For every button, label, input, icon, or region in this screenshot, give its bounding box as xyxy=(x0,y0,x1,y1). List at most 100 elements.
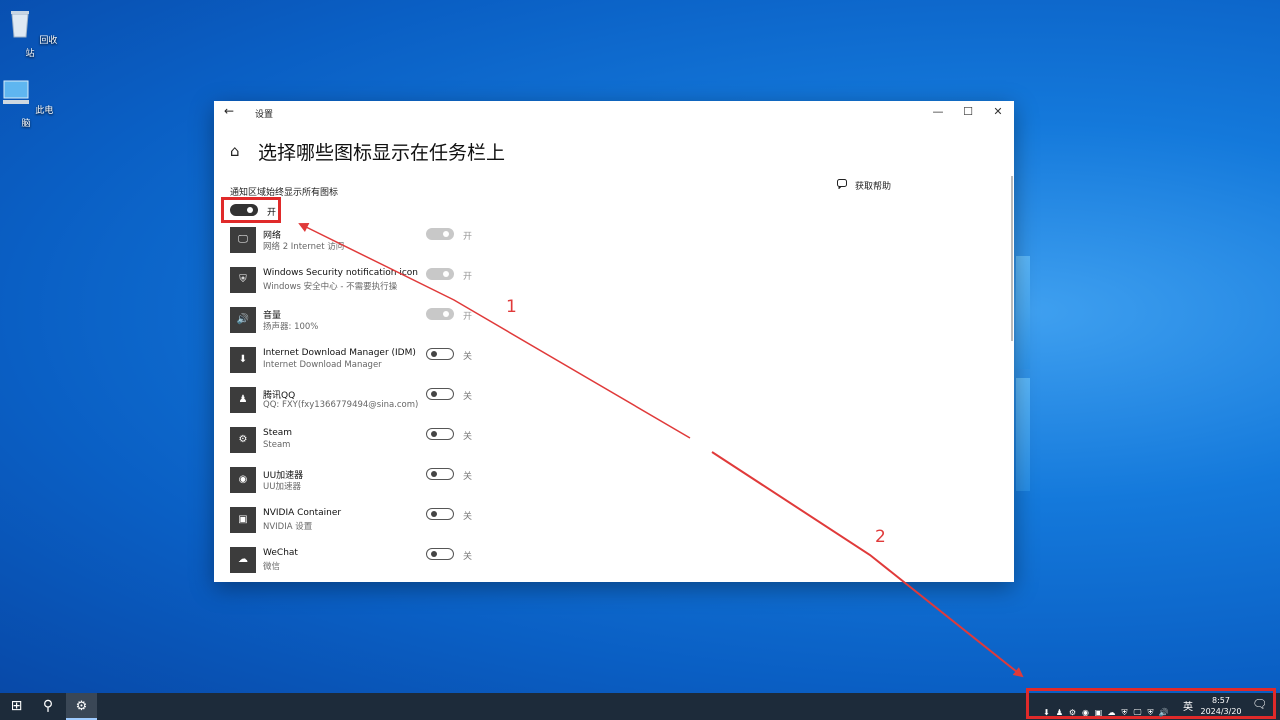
toggle-knob xyxy=(431,350,437,357)
item-toggle[interactable] xyxy=(426,548,454,560)
master-toggle-state: 开 xyxy=(267,208,277,218)
item-name: Internet Download Manager (IDM) xyxy=(263,348,416,358)
item-toggle[interactable] xyxy=(426,308,454,320)
item-toggle[interactable] xyxy=(426,508,454,520)
desktop-icon-this-pc[interactable]: 此电脑 xyxy=(0,76,56,129)
ime-indicator[interactable]: 英 xyxy=(1183,698,1193,713)
item-toggle[interactable] xyxy=(426,268,454,280)
settings-taskbar-button[interactable]: ⚙ xyxy=(66,693,97,720)
security-tray-icon[interactable]: ⛨ xyxy=(1118,708,1131,718)
list-item: ⚙ Steam Steam 关 xyxy=(230,427,520,461)
steam-icon: ⚙ xyxy=(230,427,256,453)
item-name: NVIDIA Container xyxy=(263,508,342,518)
item-toggle[interactable] xyxy=(426,468,454,480)
search-button[interactable]: ⚲ xyxy=(33,693,63,720)
item-subtitle: Windows 安全中心 - 不需要执行操 xyxy=(263,282,398,292)
uu-tray-icon[interactable]: ◉ xyxy=(1079,708,1092,717)
item-toggle-state: 关 xyxy=(463,352,473,362)
settings-window: ← 设置 — ☐ ✕ ⌂ 选择哪些图标显示在任务栏上 获取帮助 通知区域始终显示… xyxy=(214,101,1014,582)
item-toggle-state: 开 xyxy=(463,272,473,282)
item-subtitle: UU加速器 xyxy=(263,482,301,492)
uu-accelerator-icon: ◉ xyxy=(230,467,256,493)
qq-penguin-icon: ♟ xyxy=(230,387,256,413)
network-icon: 🖵 xyxy=(230,227,256,253)
item-name: WeChat xyxy=(263,548,298,558)
item-toggle[interactable] xyxy=(426,388,454,400)
item-name: Steam xyxy=(263,428,293,438)
wechat-tray-icon[interactable]: ☁ xyxy=(1105,708,1118,717)
volume-tray-icon[interactable]: 🔊 xyxy=(1157,708,1170,717)
item-toggle-state: 关 xyxy=(463,432,473,442)
item-toggle[interactable] xyxy=(426,228,454,240)
close-button[interactable]: ✕ xyxy=(988,105,1008,119)
toggle-knob xyxy=(431,430,437,437)
toggle-knob xyxy=(431,390,437,397)
toggle-knob xyxy=(443,311,449,317)
list-item: 🖵 网络 网络 2 Internet 访问 开 xyxy=(230,227,520,261)
scrollbar[interactable] xyxy=(1011,176,1013,341)
toggle-knob xyxy=(443,271,449,277)
page-title: 选择哪些图标显示在任务栏上 xyxy=(258,142,506,164)
steam-tray-icon[interactable]: ⚙ xyxy=(1066,708,1079,717)
recycle-bin-icon xyxy=(10,11,29,38)
list-item: ♟ 腾讯QQ QQ: FXY(fxy1366779494@sina.com) 关 xyxy=(230,387,520,421)
item-subtitle: 微信 xyxy=(263,562,281,572)
toggle-knob xyxy=(247,207,253,213)
network-tray-icon[interactable]: 🖵 xyxy=(1131,708,1144,718)
annotation-label-1: 1 xyxy=(506,297,517,317)
window-title: 设置 xyxy=(255,110,274,120)
qq-tray-icon[interactable]: ♟ xyxy=(1053,708,1066,717)
notification-center-icon[interactable]: 🗨 xyxy=(1252,697,1267,711)
item-name: Windows Security notification icon xyxy=(263,268,418,278)
list-item: ⛨ Windows Security notification icon Win… xyxy=(230,267,520,301)
chat-help-icon xyxy=(837,179,847,189)
item-subtitle: Internet Download Manager xyxy=(263,360,382,370)
get-help-label: 获取帮助 xyxy=(855,182,892,192)
windows-logo-pane xyxy=(1016,378,1030,491)
shield-icon: ⛨ xyxy=(230,267,256,293)
item-toggle-state: 关 xyxy=(463,472,473,482)
list-item: ▣ NVIDIA Container NVIDIA 设置 关 xyxy=(230,507,520,541)
toggle-knob xyxy=(443,231,449,237)
list-item: ⬇ Internet Download Manager (IDM) Intern… xyxy=(230,347,520,381)
item-toggle[interactable] xyxy=(426,348,454,360)
clock-time: 8:57 xyxy=(1212,696,1230,705)
windows-logo-pane xyxy=(1016,256,1030,369)
shield-tray-icon[interactable]: ⛨ xyxy=(1144,708,1157,718)
annotation-label-2: 2 xyxy=(875,527,886,547)
start-button[interactable]: ⊞ xyxy=(0,693,33,720)
item-toggle[interactable] xyxy=(426,428,454,440)
desktop-icon-recycle-bin[interactable]: 回收站 xyxy=(0,6,60,59)
list-item: ☁ WeChat 微信 关 xyxy=(230,547,520,581)
clock-date: 2024/3/20 xyxy=(1200,707,1242,716)
item-subtitle: 扬声器: 100% xyxy=(263,322,319,332)
item-subtitle: 网络 2 Internet 访问 xyxy=(263,242,345,252)
item-toggle-state: 开 xyxy=(463,312,473,322)
clock[interactable]: 8:57 2024/3/20 xyxy=(1197,695,1245,717)
list-item: 🔊 音量 扬声器: 100% 开 xyxy=(230,307,520,341)
title-bar: ← 设置 — ☐ ✕ xyxy=(214,101,1014,125)
speaker-icon: 🔊 xyxy=(230,307,256,333)
idm-tray-icon[interactable]: ⬇ xyxy=(1040,708,1053,717)
back-arrow-icon[interactable]: ← xyxy=(224,104,234,118)
home-icon[interactable]: ⌂ xyxy=(230,142,240,160)
item-subtitle: QQ: FXY(fxy1366779494@sina.com) xyxy=(263,400,419,410)
item-toggle-state: 开 xyxy=(463,232,473,242)
list-item: ◉ UU加速器 UU加速器 关 xyxy=(230,467,520,501)
wechat-icon: ☁ xyxy=(230,547,256,573)
system-tray-icons: ⬇ ♟ ⚙ ◉ ▣ ☁ ⛨ 🖵 ⛨ 🔊 xyxy=(1040,700,1170,717)
item-toggle-state: 关 xyxy=(463,392,473,402)
master-toggle[interactable] xyxy=(230,204,258,216)
idm-icon: ⬇ xyxy=(230,347,256,373)
get-help-link[interactable]: 获取帮助 xyxy=(837,179,891,192)
item-subtitle: NVIDIA 设置 xyxy=(263,522,313,532)
computer-icon xyxy=(2,80,29,104)
item-subtitle: Steam xyxy=(263,440,291,450)
maximize-button[interactable]: ☐ xyxy=(958,105,978,119)
minimize-button[interactable]: — xyxy=(928,105,948,119)
toggle-knob xyxy=(431,550,437,557)
toggle-knob xyxy=(431,510,437,517)
nvidia-tray-icon[interactable]: ▣ xyxy=(1092,708,1105,717)
nvidia-icon: ▣ xyxy=(230,507,256,533)
toggle-knob xyxy=(431,470,437,477)
